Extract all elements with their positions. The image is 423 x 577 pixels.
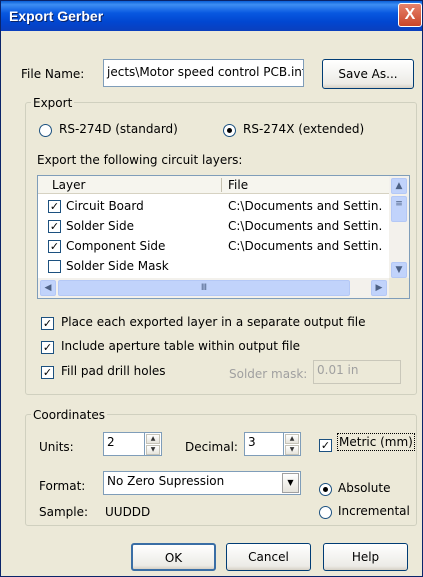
layer-checkbox[interactable] — [48, 260, 61, 273]
layer-row[interactable]: ✓ Solder Side C:\Documents and Settin. — [38, 217, 389, 237]
aperture-table-checkbox[interactable]: ✓ — [41, 341, 54, 354]
horizontal-scrollbar[interactable]: ◀ Ⅲ ▶ — [38, 278, 389, 298]
export-group-title: Export — [31, 96, 75, 110]
sample-value: UUDDD — [105, 505, 151, 519]
incremental-radio[interactable] — [319, 506, 332, 519]
export-gerber-dialog: Export Gerber X File Name: jects\Motor s… — [0, 0, 423, 577]
separate-files-label: Place each exported layer in a separate … — [61, 315, 366, 329]
decimal-spinner[interactable]: ▲ ▼ — [284, 432, 301, 456]
metric-checkbox[interactable]: ✓ — [319, 439, 332, 452]
layers-list-header: Layer File — [38, 176, 389, 194]
solder-mask-label: Solder mask: — [229, 367, 308, 381]
save-as-button[interactable]: Save As... — [322, 59, 414, 89]
title-bar[interactable]: Export Gerber X — [1, 1, 422, 31]
help-button[interactable]: Help — [323, 543, 408, 571]
solder-mask-input[interactable]: 0.01 in — [313, 360, 401, 384]
layer-file: C:\Documents and Settin. — [228, 219, 383, 233]
rs274x-radio[interactable] — [223, 124, 236, 137]
scroll-down-arrow-icon[interactable]: ▼ — [391, 262, 407, 278]
layer-file: C:\Documents and Settin. — [228, 199, 383, 213]
units-label: Units: — [39, 440, 74, 454]
close-button[interactable]: X — [398, 3, 422, 27]
layer-checkbox[interactable]: ✓ — [48, 240, 61, 253]
sample-label: Sample: — [39, 505, 89, 519]
layers-caption: Export the following circuit layers: — [37, 153, 243, 167]
scroll-left-arrow-icon[interactable]: ◀ — [40, 280, 56, 296]
vertical-scrollbar[interactable]: ▲ ≡ ▼ — [389, 176, 409, 280]
separate-files-checkbox[interactable]: ✓ — [41, 317, 54, 330]
format-select[interactable]: No Zero Supression ▼ — [103, 471, 301, 495]
layer-row[interactable]: ✓ Circuit Board C:\Documents and Settin. — [38, 197, 389, 217]
window-title: Export Gerber — [9, 8, 104, 24]
layer-name: Circuit Board — [66, 199, 144, 213]
aperture-table-label: Include aperture table within output fil… — [61, 339, 301, 353]
rs274d-label: RS-274D (standard) — [59, 122, 178, 136]
scroll-right-arrow-icon[interactable]: ▶ — [371, 280, 387, 296]
layer-name: Solder Side — [66, 219, 134, 233]
spin-up-icon[interactable]: ▲ — [285, 434, 299, 444]
format-label: Format: — [39, 479, 86, 493]
layer-row[interactable]: Solder Side Mask — [38, 257, 389, 277]
spin-up-icon[interactable]: ▲ — [146, 434, 160, 444]
scrollbar-corner — [389, 278, 409, 298]
layers-list[interactable]: Layer File ✓ Circuit Board C:\Documents … — [37, 175, 410, 299]
decimal-input[interactable]: 3 — [244, 432, 284, 456]
spin-down-icon[interactable]: ▼ — [285, 445, 299, 455]
rs274d-radio[interactable] — [39, 124, 52, 137]
rs274x-label: RS-274X (extended) — [243, 122, 365, 136]
column-header-file[interactable]: File — [228, 178, 248, 192]
spin-down-icon[interactable]: ▼ — [146, 445, 160, 455]
absolute-radio[interactable] — [319, 483, 332, 496]
fill-pad-label: Fill pad drill holes — [61, 364, 166, 378]
file-name-label: File Name: — [21, 67, 85, 81]
layer-checkbox[interactable]: ✓ — [48, 200, 61, 213]
scroll-up-arrow-icon[interactable]: ▲ — [391, 178, 407, 194]
layer-checkbox[interactable]: ✓ — [48, 220, 61, 233]
absolute-label: Absolute — [338, 481, 391, 495]
units-spinner[interactable]: ▲ ▼ — [145, 432, 162, 456]
layer-row[interactable]: ✓ Component Side C:\Documents and Settin… — [38, 237, 389, 257]
column-header-layer[interactable]: Layer — [52, 178, 85, 192]
close-icon: X — [404, 6, 416, 23]
fill-pad-checkbox[interactable]: ✓ — [41, 366, 54, 379]
cancel-button[interactable]: Cancel — [226, 543, 311, 571]
scroll-thumb[interactable]: ≡ — [391, 196, 407, 222]
horizontal-scroll-thumb[interactable]: Ⅲ — [58, 280, 350, 296]
units-input[interactable]: 2 — [103, 432, 145, 456]
coordinates-group-title: Coordinates — [31, 408, 108, 422]
format-select-value: No Zero Supression — [107, 474, 225, 488]
chevron-down-icon[interactable]: ▼ — [282, 473, 299, 493]
ok-button[interactable]: OK — [131, 543, 216, 571]
layer-name: Solder Side Mask — [66, 259, 169, 273]
decimal-label: Decimal: — [185, 440, 238, 454]
layer-name: Component Side — [66, 239, 166, 253]
layer-file: C:\Documents and Settin. — [228, 239, 383, 253]
incremental-label: Incremental — [338, 504, 410, 518]
file-name-input[interactable]: jects\Motor speed control PCB.inf — [103, 59, 304, 87]
metric-label: Metric (mm) — [337, 433, 415, 451]
